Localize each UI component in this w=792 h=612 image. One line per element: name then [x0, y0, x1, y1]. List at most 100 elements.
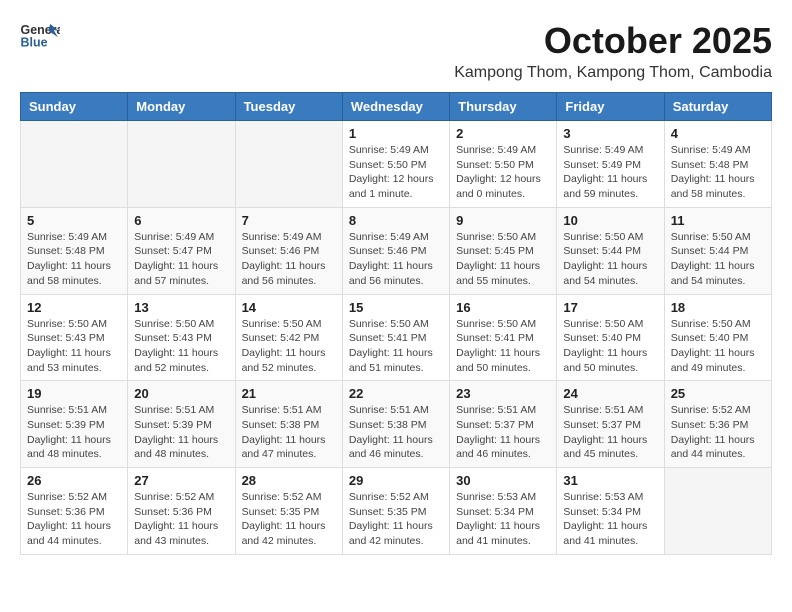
day-info: Sunrise: 5:50 AM Sunset: 5:40 PM Dayligh…	[671, 317, 765, 376]
day-info: Sunrise: 5:49 AM Sunset: 5:46 PM Dayligh…	[242, 230, 336, 289]
day-number: 27	[134, 473, 228, 488]
day-info: Sunrise: 5:52 AM Sunset: 5:36 PM Dayligh…	[134, 490, 228, 549]
day-info: Sunrise: 5:51 AM Sunset: 5:37 PM Dayligh…	[456, 403, 550, 462]
day-info: Sunrise: 5:51 AM Sunset: 5:39 PM Dayligh…	[27, 403, 121, 462]
day-cell: 24 Sunrise: 5:51 AM Sunset: 5:37 PM Dayli…	[557, 381, 664, 468]
day-info: Sunrise: 5:50 AM Sunset: 5:42 PM Dayligh…	[242, 317, 336, 376]
day-cell: 25 Sunrise: 5:52 AM Sunset: 5:36 PM Dayli…	[664, 381, 771, 468]
day-cell	[21, 121, 128, 208]
day-number: 5	[27, 213, 121, 228]
day-number: 2	[456, 126, 550, 141]
day-number: 8	[349, 213, 443, 228]
day-cell: 29 Sunrise: 5:52 AM Sunset: 5:35 PM Dayli…	[342, 468, 449, 555]
day-info: Sunrise: 5:49 AM Sunset: 5:49 PM Dayligh…	[563, 143, 657, 202]
day-number: 26	[27, 473, 121, 488]
day-info: Sunrise: 5:51 AM Sunset: 5:37 PM Dayligh…	[563, 403, 657, 462]
day-info: Sunrise: 5:52 AM Sunset: 5:36 PM Dayligh…	[27, 490, 121, 549]
day-cell: 12 Sunrise: 5:50 AM Sunset: 5:43 PM Dayli…	[21, 294, 128, 381]
day-cell: 14 Sunrise: 5:50 AM Sunset: 5:42 PM Dayli…	[235, 294, 342, 381]
day-number: 17	[563, 300, 657, 315]
day-cell: 1Sunrise: 5:49 AM Sunset: 5:50 PM Daylig…	[342, 121, 449, 208]
week-row-1: 1 Sunrise: 5:49 AM Sunset: 5:50 PM Daylig…	[21, 121, 772, 208]
page-header: General Blue October 2025 Kampong Thom, …	[20, 20, 772, 82]
day-cell: 21Sunrise: 5:51 AM Sunset: 5:38 PM Dayli…	[235, 381, 342, 468]
day-number: 23	[456, 386, 550, 401]
weekday-header-friday: Friday	[557, 93, 664, 121]
day-info: Sunrise: 5:49 AM Sunset: 5:46 PM Dayligh…	[349, 230, 443, 289]
week-row-5: 26 Sunrise: 5:52 AM Sunset: 5:36 PM Dayli…	[21, 468, 772, 555]
day-number: 28	[242, 473, 336, 488]
day-number: 19	[27, 386, 121, 401]
day-info: Sunrise: 5:50 AM Sunset: 5:43 PM Dayligh…	[134, 317, 228, 376]
day-info: Sunrise: 5:50 AM Sunset: 5:40 PM Dayligh…	[563, 317, 657, 376]
day-cell: 17 Sunrise: 5:50 AM Sunset: 5:40 PM Dayli…	[557, 294, 664, 381]
day-info: Sunrise: 5:49 AM Sunset: 5:50 PM Dayligh…	[456, 143, 550, 202]
week-row-3: 12 Sunrise: 5:50 AM Sunset: 5:43 PM Dayli…	[21, 294, 772, 381]
day-info: Sunrise: 5:53 AM Sunset: 5:34 PM Dayligh…	[456, 490, 550, 549]
day-cell: 5 Sunrise: 5:49 AM Sunset: 5:48 PM Daylig…	[21, 207, 128, 294]
day-number: 15	[349, 300, 443, 315]
weekday-header-wednesday: Wednesday	[342, 93, 449, 121]
weekday-header-sunday: Sunday	[21, 93, 128, 121]
day-number: 16	[456, 300, 550, 315]
day-number: 4	[671, 126, 765, 141]
day-cell: 4 Sunrise: 5:49 AM Sunset: 5:48 PM Daylig…	[664, 121, 771, 208]
day-info: Sunrise: 5:50 AM Sunset: 5:41 PM Dayligh…	[349, 317, 443, 376]
day-info: Sunrise: 5:49 AM Sunset: 5:48 PM Dayligh…	[671, 143, 765, 202]
day-cell: 15 Sunrise: 5:50 AM Sunset: 5:41 PM Dayli…	[342, 294, 449, 381]
day-cell: 18 Sunrise: 5:50 AM Sunset: 5:40 PM Dayli…	[664, 294, 771, 381]
day-cell: 6 Sunrise: 5:49 AM Sunset: 5:47 PM Daylig…	[128, 207, 235, 294]
day-cell: 11Sunrise: 5:50 AM Sunset: 5:44 PM Dayli…	[664, 207, 771, 294]
day-cell: 9 Sunrise: 5:50 AM Sunset: 5:45 PM Daylig…	[450, 207, 557, 294]
day-number: 6	[134, 213, 228, 228]
day-number: 20	[134, 386, 228, 401]
week-row-2: 5 Sunrise: 5:49 AM Sunset: 5:48 PM Daylig…	[21, 207, 772, 294]
weekday-header-row: SundayMondayTuesdayWednesdayThursdayFrid…	[21, 93, 772, 121]
calendar-table: SundayMondayTuesdayWednesdayThursdayFrid…	[20, 92, 772, 555]
title-section: October 2025 Kampong Thom, Kampong Thom,…	[454, 20, 772, 82]
day-cell: 26 Sunrise: 5:52 AM Sunset: 5:36 PM Dayli…	[21, 468, 128, 555]
day-info: Sunrise: 5:51 AM Sunset: 5:39 PM Dayligh…	[134, 403, 228, 462]
day-number: 12	[27, 300, 121, 315]
day-number: 24	[563, 386, 657, 401]
day-number: 22	[349, 386, 443, 401]
day-info: Sunrise: 5:49 AM Sunset: 5:48 PM Dayligh…	[27, 230, 121, 289]
day-number: 13	[134, 300, 228, 315]
day-info: Sunrise: 5:51 AM Sunset: 5:38 PM Dayligh…	[349, 403, 443, 462]
day-cell: 16Sunrise: 5:50 AM Sunset: 5:41 PM Dayli…	[450, 294, 557, 381]
day-number: 1	[349, 126, 443, 141]
day-cell: 2 Sunrise: 5:49 AM Sunset: 5:50 PM Daylig…	[450, 121, 557, 208]
day-info: Sunrise: 5:49 AM Sunset: 5:47 PM Dayligh…	[134, 230, 228, 289]
day-info: Sunrise: 5:53 AM Sunset: 5:34 PM Dayligh…	[563, 490, 657, 549]
day-info: Sunrise: 5:50 AM Sunset: 5:43 PM Dayligh…	[27, 317, 121, 376]
day-cell	[128, 121, 235, 208]
day-number: 25	[671, 386, 765, 401]
day-number: 11	[671, 213, 765, 228]
day-info: Sunrise: 5:50 AM Sunset: 5:45 PM Dayligh…	[456, 230, 550, 289]
day-number: 14	[242, 300, 336, 315]
svg-text:Blue: Blue	[21, 35, 48, 49]
day-cell	[664, 468, 771, 555]
day-cell: 20 Sunrise: 5:51 AM Sunset: 5:39 PM Dayli…	[128, 381, 235, 468]
day-cell: 10 Sunrise: 5:50 AM Sunset: 5:44 PM Dayli…	[557, 207, 664, 294]
day-info: Sunrise: 5:52 AM Sunset: 5:35 PM Dayligh…	[242, 490, 336, 549]
day-number: 18	[671, 300, 765, 315]
day-number: 3	[563, 126, 657, 141]
day-number: 7	[242, 213, 336, 228]
day-info: Sunrise: 5:52 AM Sunset: 5:36 PM Dayligh…	[671, 403, 765, 462]
day-info: Sunrise: 5:52 AM Sunset: 5:35 PM Dayligh…	[349, 490, 443, 549]
weekday-header-tuesday: Tuesday	[235, 93, 342, 121]
day-number: 30	[456, 473, 550, 488]
day-info: Sunrise: 5:50 AM Sunset: 5:44 PM Dayligh…	[563, 230, 657, 289]
day-cell: 13 Sunrise: 5:50 AM Sunset: 5:43 PM Dayli…	[128, 294, 235, 381]
logo-icon: General Blue	[20, 20, 60, 55]
day-number: 10	[563, 213, 657, 228]
day-cell: 3 Sunrise: 5:49 AM Sunset: 5:49 PM Daylig…	[557, 121, 664, 208]
weekday-header-monday: Monday	[128, 93, 235, 121]
day-cell: 23 Sunrise: 5:51 AM Sunset: 5:37 PM Dayli…	[450, 381, 557, 468]
logo: General Blue	[20, 20, 60, 55]
day-info: Sunrise: 5:51 AM Sunset: 5:38 PM Dayligh…	[242, 403, 336, 462]
day-number: 29	[349, 473, 443, 488]
day-number: 9	[456, 213, 550, 228]
day-cell: 30 Sunrise: 5:53 AM Sunset: 5:34 PM Dayli…	[450, 468, 557, 555]
